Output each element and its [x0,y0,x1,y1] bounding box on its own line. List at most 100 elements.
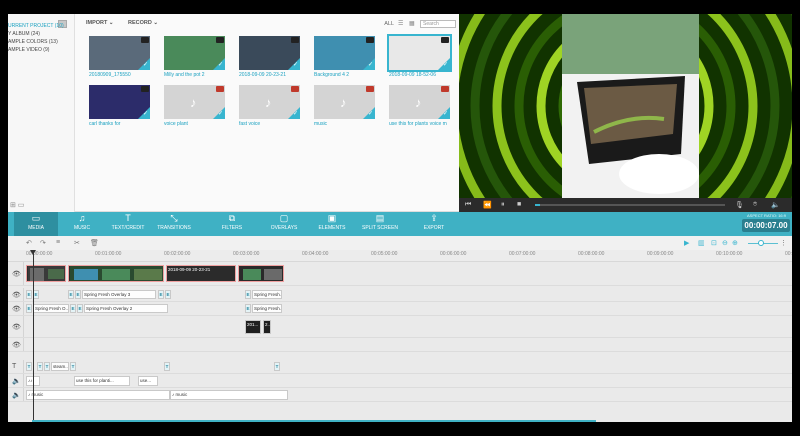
media-item[interactable]: 2018-09-09 20-23-21 [239,36,300,78]
voice-clip[interactable]: use... [138,376,158,386]
list-view-icon[interactable]: ☰ [398,21,405,27]
media-item[interactable]: Background 4 2 [314,36,375,78]
stop-icon[interactable]: ■ [517,201,521,208]
text-marker[interactable]: T [274,362,280,371]
timeline-scrollbar[interactable] [32,420,596,422]
in-use-check-icon [138,107,150,119]
module-label: OVERLAYS [270,225,298,231]
media-item[interactable]: ♪ music [314,85,375,127]
overlay-clip[interactable]: Spring Fresh O... [33,304,69,313]
effect-marker[interactable]: E [245,290,251,299]
microphone-icon[interactable]: 🎙 [735,201,744,209]
overlay-clip[interactable]: Spring Fresh... [252,290,282,299]
sidebar-item-sample-video[interactable]: AMPLE VIDEO (9) [8,46,74,54]
play-icon[interactable]: ⏸ [501,201,505,209]
text-marker[interactable]: T [37,362,43,371]
split-screen-icon: ▤ [375,213,385,223]
more-icon[interactable]: ⋮ [780,239,787,247]
play-timeline-icon[interactable]: ▶ [684,239,689,247]
video-clip[interactable] [26,265,66,282]
music-clip-label: music [175,392,188,397]
title-clip[interactable]: steam... [51,362,69,371]
visibility-icon[interactable]: 👁 [12,323,21,331]
clip-label: 2018-09-09 20-23-21 [168,267,211,272]
module-tab-media[interactable]: ▭ MEDIA [14,212,58,236]
speaker-icon[interactable]: 🔈 [12,377,21,385]
overlay-clip[interactable]: Spring Fresh Overlay 2 [84,304,168,313]
overlay-track: 👁 E Spring Fresh O... E E Spring Fresh O… [8,302,792,316]
module-tab-elements[interactable]: ▣ ELEMENTS [310,212,354,236]
effect-marker[interactable]: E [70,304,76,313]
zoom-slider-handle[interactable] [758,240,764,246]
picture-clip[interactable]: 2... [263,320,271,334]
cut-icon[interactable]: ✂ [74,239,80,247]
skip-back-icon[interactable]: ⏮ [465,201,471,209]
search-input[interactable]: Search [420,20,456,28]
text-marker[interactable]: T [164,362,170,371]
module-tab-text-credit[interactable]: T TEXT/CREDIT [106,212,150,236]
effect-marker[interactable]: E [26,304,32,313]
media-item[interactable]: 2018-09-09 18-52-06 [387,34,452,78]
effect-marker[interactable]: E [75,290,81,299]
zoom-fit-icon[interactable]: ⊡ [711,239,717,247]
module-tab-transitions[interactable]: ⤡ TRANSITIONS [152,212,196,236]
media-item[interactable]: carl thanks for [89,85,150,127]
music-clip[interactable]: ♪ music [26,390,170,400]
timeline-ruler[interactable]: 00:00:00:00 00:01:00:00 00:02:00:00 00:03:0… [8,250,792,262]
media-item[interactable]: ♪ use this for plants voice m [389,85,450,127]
voice-clip[interactable]: use this for planti... [74,376,130,386]
grid-view-icon[interactable]: ▦ [409,21,416,27]
video-thumbnail [387,34,452,72]
settings-icon[interactable]: ≡ [56,239,60,246]
preview-progress-bar[interactable] [535,204,725,206]
media-item[interactable]: 20180909_175550 [89,36,150,78]
overlay-clip[interactable]: Spring Fresh Overlay 3 [82,290,156,299]
zoom-out-icon[interactable]: ⊖ [722,239,728,247]
snapshot-icon[interactable]: ⌾ [753,201,757,209]
effect-marker[interactable]: E [68,290,74,299]
sidebar-item-my-album[interactable]: Y ALBUM (24) [8,30,74,38]
volume-icon[interactable]: 🔈 [771,201,780,209]
delete-icon[interactable]: 🗑 [90,239,99,247]
picture-clip[interactable]: 201... [245,320,261,334]
effect-marker[interactable]: E [245,304,251,313]
sidebar-item-sample-colors[interactable]: AMPLE COLORS (13) [8,38,74,46]
redo-icon[interactable]: ↷ [40,239,46,247]
module-tab-filters[interactable]: ⧉ FILTERS [210,212,254,236]
visibility-icon[interactable]: 👁 [12,291,21,299]
import-menu[interactable]: IMPORT ⌄ [86,20,114,26]
effect-marker[interactable]: E [165,290,171,299]
media-item[interactable]: Milly and the pot 2 [164,36,225,78]
record-menu[interactable]: RECORD ⌄ [128,20,158,26]
media-item[interactable]: ♪ voice plant [164,85,225,127]
effect-marker[interactable]: E [158,290,164,299]
video-clip[interactable]: 2018-09-09 20-23-21 [166,265,236,282]
music-clip[interactable]: ♪ music [170,390,288,400]
filter-all[interactable]: ALL [384,21,394,27]
visibility-icon[interactable]: 👁 [12,341,21,349]
audio-mixer-icon[interactable]: ▥ [698,239,705,247]
playhead[interactable] [30,250,36,422]
text-marker[interactable]: T [44,362,50,371]
add-folder-icon[interactable]: ⊞ ▭ [10,201,24,209]
zoom-in-icon[interactable]: ⊕ [732,239,738,247]
video-clip[interactable] [238,265,284,282]
media-item[interactable]: ♪ fast voice [239,85,300,127]
text-marker[interactable]: T [26,362,32,371]
overlay-clip[interactable]: Spring Fresh... [252,304,282,313]
video-clip[interactable] [68,265,164,282]
visibility-icon[interactable]: 👁 [12,270,21,278]
module-tab-music[interactable]: ♫ MUSIC [60,212,104,236]
step-back-icon[interactable]: ⏪ [483,201,492,209]
effect-marker[interactable]: E [26,290,32,299]
effect-marker[interactable]: E [77,304,83,313]
sidebar-item-current-project[interactable]: URRENT PROJECT (10) [8,22,74,30]
module-tab-split-screen[interactable]: ▤ SPLIT SCREEN [358,212,402,236]
elements-icon: ▣ [327,213,337,223]
visibility-icon[interactable]: 👁 [12,305,21,313]
speaker-icon[interactable]: 🔈 [12,391,21,399]
undo-icon[interactable]: ↶ [26,239,32,247]
module-tab-export[interactable]: ⇪ EXPORT [412,212,456,236]
module-tab-overlays[interactable]: ▢ OVERLAYS [262,212,306,236]
text-marker[interactable]: T [70,362,76,371]
